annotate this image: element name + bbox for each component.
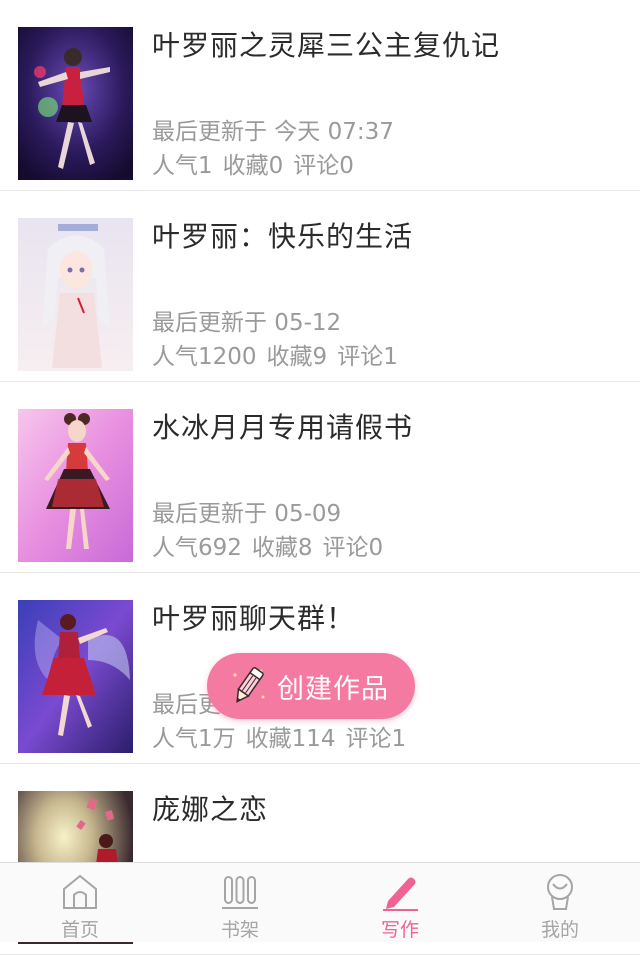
popularity-count: 人气692: [152, 535, 242, 561]
favorites-count: 收藏0: [222, 153, 284, 179]
cover-image: [18, 27, 133, 180]
last-updated: 最后更新于 05-12: [152, 310, 342, 336]
favorites-count: 收藏9: [266, 344, 328, 370]
work-title[interactable]: 庞娜之恋: [152, 788, 268, 828]
work-title[interactable]: 水冰月月专用请假书: [152, 406, 413, 446]
work-title[interactable]: 叶罗丽之灵犀三公主复仇记: [152, 24, 500, 64]
cover-image: [18, 218, 133, 371]
home-icon: [63, 874, 97, 909]
profile-icon: [547, 874, 573, 910]
tab-label: 首页: [60, 919, 99, 941]
popularity-count: 人气1: [152, 153, 213, 179]
work-stats: 人气692 收藏8 评论0: [152, 528, 393, 562]
tab-label: 我的: [540, 919, 579, 941]
popularity-count: 人气1200: [152, 344, 257, 370]
tab-bookshelf[interactable]: 书架: [160, 863, 320, 942]
last-updated: 最后更新于 05-09: [152, 501, 342, 527]
comments-count: 评论1: [337, 344, 398, 370]
comments-count: 评论0: [293, 153, 354, 179]
work-item[interactable]: 叶罗丽之灵犀三公主复仇记 最后更新于 今天 07:37 人气1 收藏0 评论0: [0, 0, 640, 191]
tab-label: 写作: [380, 919, 419, 941]
work-stats: 人气1200 收藏9 评论1: [152, 337, 408, 371]
work-stats: 人气1 收藏0 评论0: [152, 146, 364, 180]
work-item[interactable]: 水冰月月专用请假书 最后更新于 05-09 人气692 收藏8 评论0: [0, 382, 640, 573]
create-work-button[interactable]: 创建作品: [207, 653, 415, 719]
work-stats: 人气1万 收藏114 评论1: [152, 719, 416, 753]
tab-home[interactable]: 首页: [0, 863, 160, 942]
last-updated: 最后更新于 今天 07:37: [152, 119, 394, 145]
cover-image: [18, 409, 133, 562]
favorites-count: 收藏8: [251, 535, 313, 561]
bottom-tab-bar: 首页 书架 写作 我的: [0, 862, 640, 942]
work-title[interactable]: 叶罗丽聊天群！: [152, 597, 355, 637]
works-list: 叶罗丽之灵犀三公主复仇记 最后更新于 今天 07:37 人气1 收藏0 评论0: [0, 0, 640, 955]
cover-image: [18, 600, 133, 753]
comments-count: 评论1: [345, 726, 407, 752]
bookshelf-icon: [222, 876, 258, 909]
tab-label: 书架: [220, 919, 259, 941]
work-item[interactable]: 叶罗丽：快乐的生活 最后更新于 05-12 人气1200 收藏9 评论1: [0, 191, 640, 382]
create-work-label: 创建作品: [277, 673, 389, 705]
favorites-count: 收藏114: [245, 726, 336, 752]
work-title[interactable]: 叶罗丽：快乐的生活: [152, 215, 413, 255]
pen-icon: [383, 877, 418, 911]
tab-write[interactable]: 写作: [320, 863, 480, 942]
popularity-count: 人气1万: [152, 726, 236, 752]
tab-profile[interactable]: 我的: [480, 863, 640, 942]
comments-count: 评论0: [322, 535, 384, 561]
pencil-icon: [233, 667, 265, 703]
